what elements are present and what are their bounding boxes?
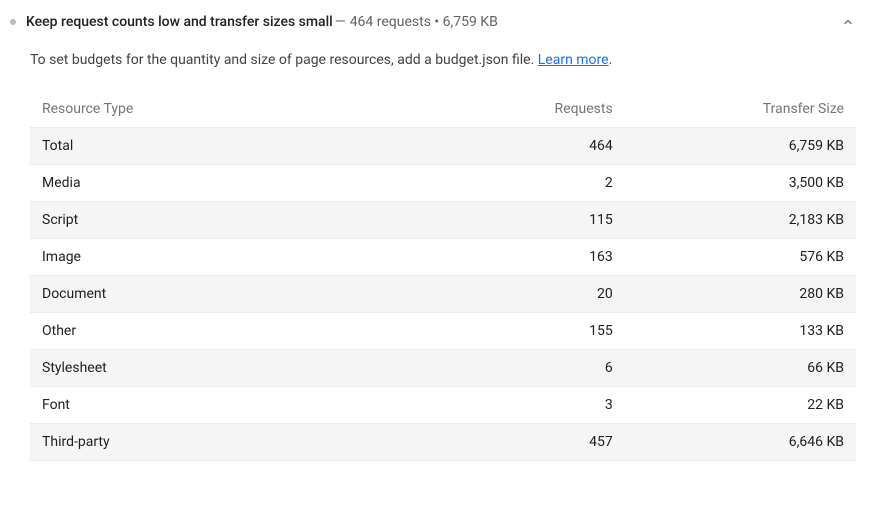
chevron-up-icon[interactable] — [840, 14, 856, 30]
cell-transfer-size: 6,646 KB — [625, 424, 856, 461]
table-row: Stylesheet666 KB — [30, 350, 856, 387]
cell-resource-type: Other — [30, 313, 460, 350]
audit-description: To set budgets for the quantity and size… — [8, 36, 856, 91]
cell-requests: 457 — [460, 424, 625, 461]
table-row: Media23,500 KB — [30, 165, 856, 202]
table-row: Image163576 KB — [30, 239, 856, 276]
cell-transfer-size: 2,183 KB — [625, 202, 856, 239]
table-row: Script1152,183 KB — [30, 202, 856, 239]
description-text: To set budgets for the quantity and size… — [30, 52, 538, 68]
cell-transfer-size: 66 KB — [625, 350, 856, 387]
learn-more-link[interactable]: Learn more — [538, 52, 609, 68]
cell-transfer-size: 3,500 KB — [625, 165, 856, 202]
cell-resource-type: Document — [30, 276, 460, 313]
cell-requests: 464 — [460, 128, 625, 165]
description-suffix: . — [609, 52, 613, 68]
cell-resource-type: Media — [30, 165, 460, 202]
cell-requests: 20 — [460, 276, 625, 313]
audit-summary: 464 requests • 6,759 KB — [350, 14, 498, 30]
table-row: Total4646,759 KB — [30, 128, 856, 165]
table-row: Font322 KB — [30, 387, 856, 424]
audit-title: Keep request counts low and transfer siz… — [26, 14, 333, 30]
cell-requests: 163 — [460, 239, 625, 276]
col-header-requests: Requests — [460, 91, 625, 128]
cell-transfer-size: 133 KB — [625, 313, 856, 350]
cell-requests: 3 — [460, 387, 625, 424]
table-row: Document20280 KB — [30, 276, 856, 313]
cell-resource-type: Third-party — [30, 424, 460, 461]
cell-requests: 115 — [460, 202, 625, 239]
cell-transfer-size: 280 KB — [625, 276, 856, 313]
resource-table: Resource Type Requests Transfer Size Tot… — [30, 91, 856, 461]
table-row: Other155133 KB — [30, 313, 856, 350]
table-row: Third-party4576,646 KB — [30, 424, 856, 461]
col-header-transfer-size: Transfer Size — [625, 91, 856, 128]
summary-separator: — — [335, 14, 346, 30]
table-header-row: Resource Type Requests Transfer Size — [30, 91, 856, 128]
cell-resource-type: Font — [30, 387, 460, 424]
cell-resource-type: Script — [30, 202, 460, 239]
cell-resource-type: Stylesheet — [30, 350, 460, 387]
cell-resource-type: Image — [30, 239, 460, 276]
cell-requests: 2 — [460, 165, 625, 202]
cell-requests: 155 — [460, 313, 625, 350]
cell-requests: 6 — [460, 350, 625, 387]
cell-resource-type: Total — [30, 128, 460, 165]
cell-transfer-size: 6,759 KB — [625, 128, 856, 165]
col-header-resource-type: Resource Type — [30, 91, 460, 128]
cell-transfer-size: 576 KB — [625, 239, 856, 276]
status-dot-icon — [10, 19, 16, 25]
cell-transfer-size: 22 KB — [625, 387, 856, 424]
audit-panel: Keep request counts low and transfer siz… — [0, 0, 880, 481]
audit-header[interactable]: Keep request counts low and transfer siz… — [8, 10, 856, 36]
